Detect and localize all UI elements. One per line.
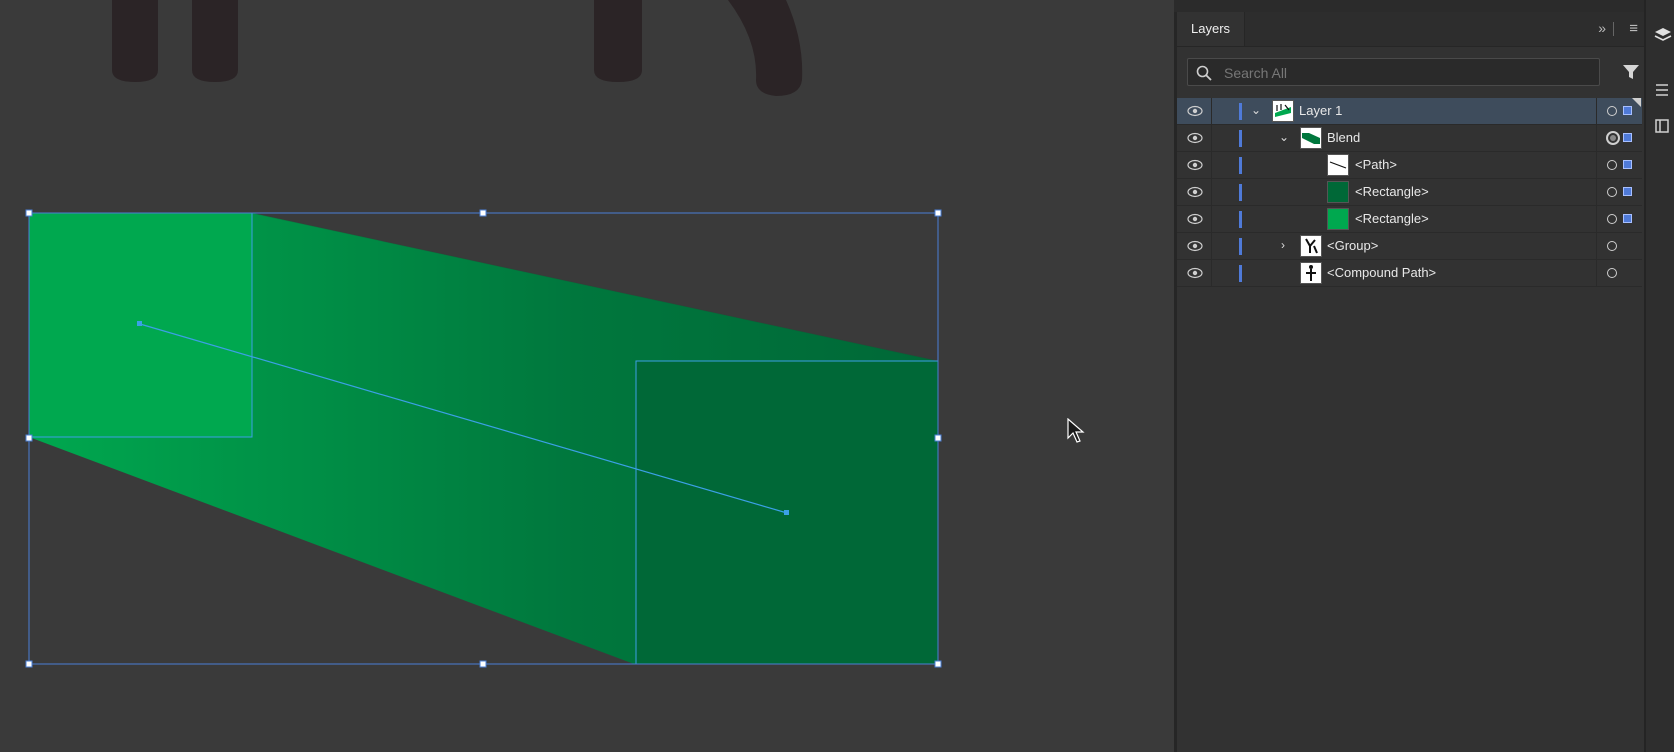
- selection-indicator[interactable]: [1623, 160, 1632, 169]
- target-column: [1596, 233, 1597, 259]
- group-thumb-icon: [1300, 235, 1322, 257]
- canvas-artwork[interactable]: [0, 0, 1174, 752]
- target-circle-icon[interactable]: [1607, 160, 1617, 170]
- lock-column[interactable]: [1211, 152, 1212, 178]
- chevron-down-icon[interactable]: ⌄: [1251, 103, 1261, 117]
- eye-visibility-icon[interactable]: [1187, 240, 1203, 252]
- mouse-pointer-icon: [1067, 418, 1085, 443]
- layer-row-rectangle-light[interactable]: <Rectangle>: [1177, 206, 1642, 233]
- layer-list: ⌄ Layer 1 ⌄ Blend <Path> <Rectangle> <Re…: [1177, 98, 1642, 287]
- search-icon: [1196, 65, 1212, 81]
- bbox-handle-bottom-mid[interactable]: [479, 660, 487, 668]
- layer-row-layer-1[interactable]: ⌄ Layer 1: [1177, 98, 1642, 125]
- lock-column[interactable]: [1211, 125, 1212, 151]
- collapse-panel-icon[interactable]: »: [1598, 20, 1606, 36]
- current-layer-flag-icon: [1632, 98, 1641, 107]
- filter-icon[interactable]: [1622, 63, 1640, 81]
- search-input[interactable]: [1222, 62, 1596, 84]
- eye-visibility-icon[interactable]: [1187, 267, 1203, 279]
- path-thumb-icon: [1327, 154, 1349, 176]
- background-glyph-hook: [594, 0, 642, 82]
- layer-name[interactable]: Blend: [1327, 130, 1360, 145]
- background-glyph-bar-2: [192, 0, 238, 82]
- eye-visibility-icon[interactable]: [1187, 159, 1203, 171]
- layer-name[interactable]: <Rectangle>: [1355, 211, 1429, 226]
- green-swatch: [1327, 208, 1349, 230]
- lock-column[interactable]: [1211, 260, 1212, 286]
- lock-column[interactable]: [1211, 206, 1212, 232]
- eye-visibility-icon[interactable]: [1187, 186, 1203, 198]
- libraries-tool-icon[interactable]: [1654, 118, 1670, 134]
- dark-green-swatch: [1327, 181, 1349, 203]
- layer-name[interactable]: Layer 1: [1299, 103, 1342, 118]
- layer-row-path[interactable]: <Path>: [1177, 152, 1642, 179]
- background-glyph-bar-1: [112, 0, 158, 82]
- properties-tool-icon[interactable]: [1654, 82, 1670, 98]
- bbox-handle-mid-left[interactable]: [25, 434, 33, 442]
- lock-column[interactable]: [1211, 233, 1212, 259]
- bbox-handle-top-left[interactable]: [25, 209, 33, 217]
- target-circle-icon[interactable]: [1607, 241, 1617, 251]
- bbox-handle-mid-right[interactable]: [934, 434, 942, 442]
- layer-name[interactable]: <Rectangle>: [1355, 184, 1429, 199]
- layer-color-bar: [1239, 184, 1242, 201]
- layer-name[interactable]: <Compound Path>: [1327, 265, 1436, 280]
- target-circle-icon[interactable]: [1607, 187, 1617, 197]
- chevron-down-icon[interactable]: ⌄: [1279, 130, 1289, 144]
- bbox-handle-top-right[interactable]: [934, 209, 942, 217]
- layer-row-group[interactable]: › <Group>: [1177, 233, 1642, 260]
- bbox-handle-bottom-right[interactable]: [934, 660, 942, 668]
- lock-column[interactable]: [1211, 98, 1212, 124]
- layers-tool-icon[interactable]: [1654, 26, 1672, 44]
- panel-menu-icon[interactable]: ≡: [1629, 20, 1638, 37]
- layer-color-bar: [1239, 103, 1242, 120]
- eye-visibility-icon[interactable]: [1187, 132, 1203, 144]
- selection-indicator[interactable]: [1623, 106, 1632, 115]
- target-circle-icon[interactable]: [1607, 214, 1617, 224]
- spine-anchor-end[interactable]: [784, 510, 789, 515]
- eye-visibility-icon[interactable]: [1187, 213, 1203, 225]
- layer-name[interactable]: <Path>: [1355, 157, 1397, 172]
- layer-row-compound-path[interactable]: <Compound Path>: [1177, 260, 1642, 287]
- tab-layers[interactable]: Layers: [1177, 12, 1246, 46]
- layer-color-bar: [1239, 157, 1242, 174]
- selection-indicator[interactable]: [1623, 214, 1632, 223]
- background-glyph-curve: [728, 0, 803, 96]
- layer-row-blend[interactable]: ⌄ Blend: [1177, 125, 1642, 152]
- right-tool-strip: [1644, 0, 1674, 752]
- search-row: [1187, 58, 1644, 90]
- target-column: [1596, 125, 1597, 151]
- target-column: [1596, 152, 1597, 178]
- bbox-handle-bottom-left[interactable]: [25, 660, 33, 668]
- layer-color-bar: [1239, 130, 1242, 147]
- layer-color-bar: [1239, 211, 1242, 228]
- target-column: [1596, 179, 1597, 205]
- artboard-canvas[interactable]: [0, 0, 1174, 752]
- bbox-handle-top-mid[interactable]: [479, 209, 487, 217]
- eye-visibility-icon[interactable]: [1187, 105, 1203, 117]
- blend-thumb-icon: [1300, 127, 1322, 149]
- header-divider: [1613, 22, 1614, 36]
- target-circle-icon[interactable]: [1607, 268, 1617, 278]
- target-column: [1596, 98, 1597, 124]
- layer-color-bar: [1239, 238, 1242, 255]
- chevron-right-icon[interactable]: ›: [1281, 238, 1285, 252]
- layer-name[interactable]: <Group>: [1327, 238, 1378, 253]
- layer-row-rectangle-dark[interactable]: <Rectangle>: [1177, 179, 1642, 206]
- search-box[interactable]: [1187, 58, 1600, 86]
- layer-color-bar: [1239, 265, 1242, 282]
- compound-thumb-icon: [1300, 262, 1322, 284]
- selection-indicator[interactable]: [1623, 187, 1632, 196]
- target-column: [1596, 206, 1597, 232]
- selection-indicator[interactable]: [1623, 133, 1632, 142]
- target-double-circle-icon[interactable]: [1606, 131, 1620, 145]
- target-circle-icon[interactable]: [1607, 106, 1617, 116]
- spine-anchor-start[interactable]: [137, 321, 142, 326]
- panel-dock-top: [1174, 0, 1644, 12]
- lock-column[interactable]: [1211, 179, 1212, 205]
- layer-thumb-icon: [1272, 100, 1294, 122]
- target-column: [1596, 260, 1597, 286]
- layers-panel-header: Layers » ≡: [1177, 12, 1644, 47]
- layers-panel: Layers » ≡ ⌄ Layer 1: [1174, 12, 1644, 752]
